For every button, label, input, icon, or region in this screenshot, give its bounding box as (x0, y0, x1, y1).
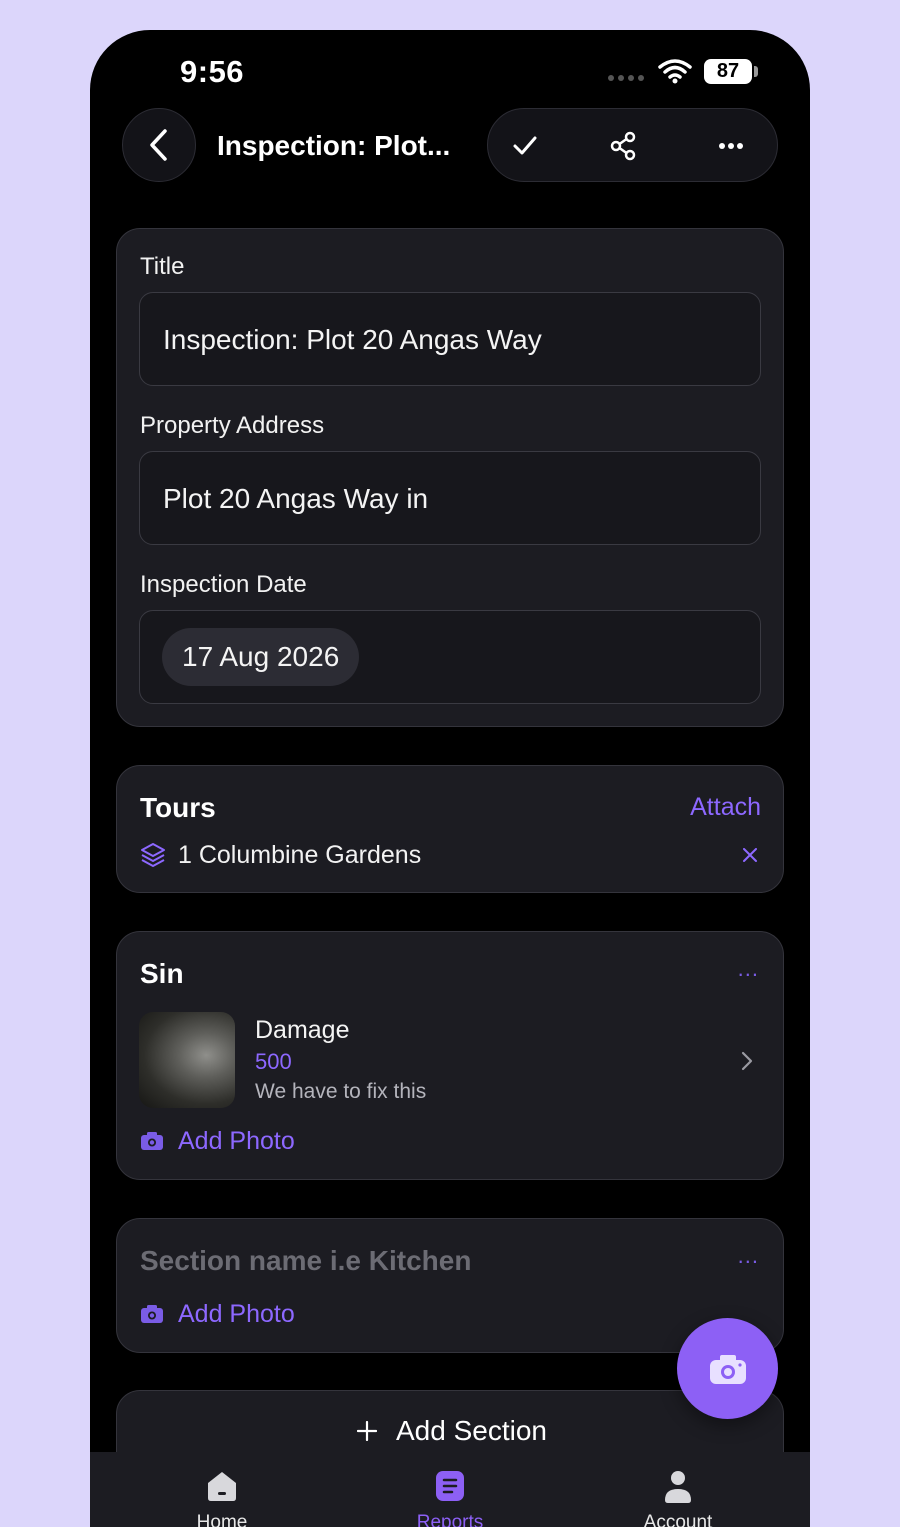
section-card-sin: Sin ... Damage 500 We have to fix this A… (116, 931, 784, 1180)
camera-icon (141, 1132, 163, 1150)
tab-account[interactable]: Account (558, 1452, 798, 1527)
section-card-new: Section name i.e Kitchen ... Add Photo (116, 1218, 784, 1353)
header-actions (487, 108, 778, 182)
tab-home-label: Home (196, 1512, 248, 1527)
battery-tip (754, 66, 758, 77)
share-button[interactable] (593, 109, 653, 183)
more-icon (719, 143, 743, 149)
damage-photo-thumbnail[interactable] (139, 1012, 235, 1108)
section-more-icon[interactable]: ... (738, 1243, 759, 1269)
wifi-icon (658, 59, 692, 84)
address-label: Property Address (140, 412, 325, 439)
add-photo-button[interactable]: Add Photo (178, 1127, 295, 1156)
plus-icon (357, 1421, 377, 1441)
back-button[interactable] (122, 108, 196, 182)
chevron-left-icon (150, 129, 167, 161)
tours-heading: Tours (140, 792, 216, 823)
home-icon (208, 1472, 236, 1501)
check-icon (513, 136, 537, 155)
title-label: Title (140, 253, 185, 280)
attach-link[interactable]: Attach (690, 793, 761, 822)
cellular-signal-icon (608, 75, 644, 81)
tour-item-name[interactable]: 1 Columbine Gardens (178, 841, 421, 870)
layers-icon (141, 843, 165, 867)
date-picker-chip[interactable]: 17 Aug 2026 (162, 628, 360, 686)
item-cost: 500 (255, 1049, 292, 1074)
tours-card: Tours Attach 1 Columbine Gardens (116, 765, 784, 893)
add-photo-button[interactable]: Add Photo (178, 1300, 295, 1329)
tab-bar: Home Reports Account (90, 1452, 810, 1527)
more-button[interactable] (701, 109, 761, 183)
add-section-label: Add Section (396, 1415, 547, 1446)
tab-account-label: Account (643, 1512, 713, 1527)
address-value: Plot 20 Angas Way in (163, 483, 429, 514)
nav-header: Inspection: Plot... (90, 108, 810, 184)
section-name-input[interactable]: Section name i.e Kitchen (140, 1245, 471, 1277)
phone-screen: 9:56 87 Inspection: Plot... Title Inspec… (90, 30, 810, 1527)
tab-reports[interactable]: Reports (330, 1452, 570, 1527)
reports-icon (436, 1471, 464, 1501)
share-icon (610, 131, 636, 161)
title-value: Inspection: Plot 20 Angas Way (163, 324, 542, 355)
address-field[interactable]: Plot 20 Angas Way in (139, 451, 761, 545)
tab-home[interactable]: Home (102, 1452, 342, 1527)
account-icon (665, 1471, 691, 1503)
page-title: Inspection: Plot... (217, 130, 451, 161)
item-title: Damage (255, 1016, 350, 1044)
date-label: Inspection Date (140, 571, 307, 598)
status-bar: 9:56 87 (90, 30, 810, 110)
section-name[interactable]: Sin (140, 958, 184, 990)
item-note: We have to fix this (255, 1080, 427, 1103)
status-time: 9:56 (180, 54, 245, 89)
details-card: Title Inspection: Plot 20 Angas Way Prop… (116, 228, 784, 727)
save-button[interactable] (495, 109, 555, 183)
chevron-right-icon[interactable] (741, 1051, 753, 1071)
remove-tour-icon[interactable] (743, 848, 757, 862)
tab-reports-label: Reports (416, 1512, 484, 1527)
camera-icon (709, 1354, 746, 1384)
date-field: 17 Aug 2026 (139, 610, 761, 704)
camera-icon (141, 1305, 163, 1323)
camera-fab[interactable] (677, 1318, 778, 1419)
battery-indicator: 87 (704, 59, 752, 84)
section-more-icon[interactable]: ... (738, 956, 759, 982)
title-field[interactable]: Inspection: Plot 20 Angas Way (139, 292, 761, 386)
